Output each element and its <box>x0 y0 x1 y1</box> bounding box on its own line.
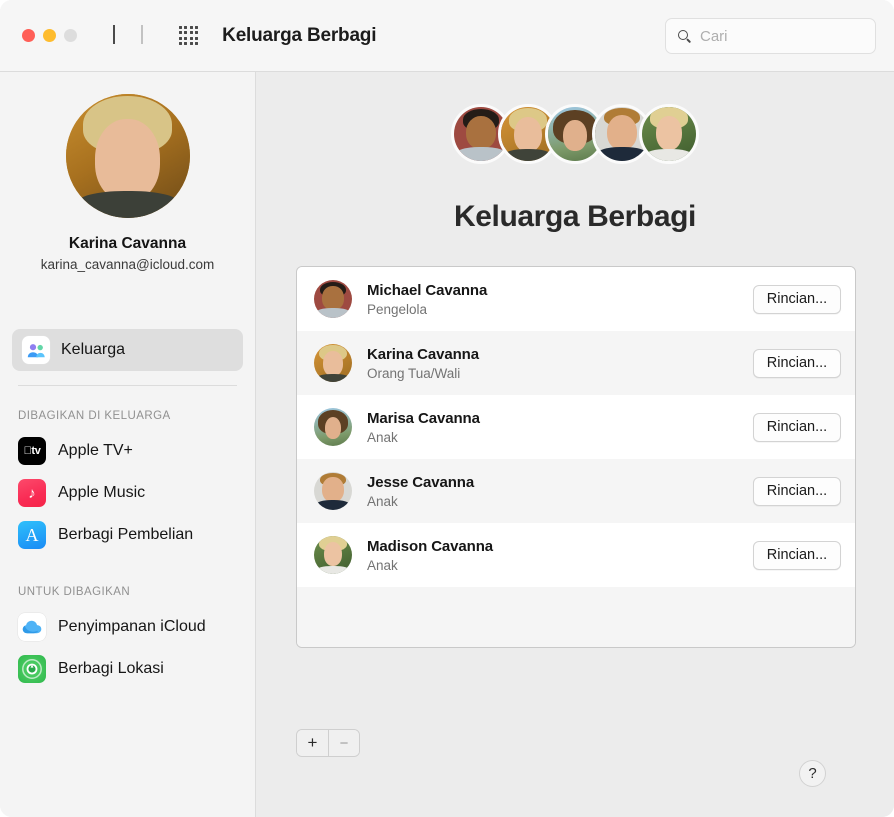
sidebar-item-apple-music[interactable]: ♪ Apple Music <box>0 472 255 514</box>
family-member-list: Michael Cavanna Pengelola Rincian... Kar… <box>296 266 856 648</box>
account-block[interactable]: Karina Cavanna karina_cavanna@icloud.com <box>0 72 255 272</box>
member-name: Jesse Cavanna <box>367 473 475 491</box>
sidebar-item-berbagi-pembelian-label: Berbagi Pembelian <box>58 526 194 543</box>
sidebar-item-keluarga-label: Keluarga <box>61 341 126 358</box>
table-row[interactable]: Michael Cavanna Pengelola Rincian... <box>297 267 855 331</box>
sidebar-item-berbagi-lokasi[interactable]: Berbagi Lokasi <box>0 648 255 690</box>
member-info: Jesse Cavanna Anak <box>367 474 753 509</box>
member-avatar <box>314 280 352 318</box>
table-row[interactable]: Madison Cavanna Anak Rincian... <box>297 523 855 587</box>
member-name: Marisa Cavanna <box>367 409 480 427</box>
sidebar-item-apple-tv[interactable]: tv Apple TV+ <box>0 430 255 472</box>
search-input[interactable]: Cari <box>665 18 876 54</box>
icloud-icon <box>18 613 46 641</box>
member-avatar <box>314 536 352 574</box>
details-button[interactable]: Rincian... <box>753 348 841 378</box>
member-info: Karina Cavanna Orang Tua/Wali <box>367 346 753 381</box>
navigation-buttons <box>113 24 143 45</box>
sidebar-item-berbagi-lokasi-label: Berbagi Lokasi <box>58 660 164 677</box>
zoom-button[interactable] <box>64 29 77 42</box>
member-avatar <box>314 408 352 446</box>
member-info: Marisa Cavanna Anak <box>367 410 753 445</box>
account-email: karina_cavanna@icloud.com <box>40 257 215 272</box>
avatar[interactable] <box>65 94 190 218</box>
details-button[interactable]: Rincian... <box>753 476 841 506</box>
sidebar-item-penyimpanan-icloud[interactable]: Penyimpanan iCloud <box>0 606 255 648</box>
find-my-icon <box>18 655 46 683</box>
forward-arrow-icon <box>141 24 143 44</box>
help-button[interactable]: ? <box>799 760 826 787</box>
close-button[interactable] <box>22 29 35 42</box>
sidebar: Karina Cavanna karina_cavanna@icloud.com… <box>0 72 256 817</box>
back-arrow-icon <box>113 24 115 44</box>
window-controls <box>22 29 77 42</box>
account-name: Karina Cavanna <box>68 235 187 252</box>
system-preferences-window: Keluarga Berbagi Cari Karina Cavanna kar… <box>0 0 894 817</box>
details-button[interactable]: Rincian... <box>753 284 841 314</box>
apple-tv-icon: tv <box>18 437 46 465</box>
sidebar-item-keluarga[interactable]: Keluarga <box>12 329 243 371</box>
family-group-icon <box>22 336 50 364</box>
apple-music-icon: ♪ <box>18 479 46 507</box>
minimize-button[interactable] <box>43 29 56 42</box>
add-member-button[interactable]: + <box>297 730 328 756</box>
remove-member-button[interactable]: − <box>328 730 359 756</box>
member-role: Anak <box>367 557 398 573</box>
sidebar-item-berbagi-pembelian[interactable]: A Berbagi Pembelian <box>0 514 255 556</box>
page-title: Keluarga Berbagi <box>453 200 696 233</box>
table-row[interactable]: Marisa Cavanna Anak Rincian... <box>297 395 855 459</box>
forward-button[interactable] <box>141 24 143 45</box>
member-name: Michael Cavanna <box>367 281 488 299</box>
details-button[interactable]: Rincian... <box>753 540 841 570</box>
member-role: Pengelola <box>367 301 428 317</box>
member-role: Anak <box>367 493 398 509</box>
titlebar: Keluarga Berbagi Cari <box>0 0 894 72</box>
stack-avatar-madison <box>639 104 699 164</box>
table-row[interactable]: Jesse Cavanna Anak Rincian... <box>297 459 855 523</box>
member-avatar <box>314 344 352 382</box>
member-name: Madison Cavanna <box>367 537 494 555</box>
member-info: Madison Cavanna Anak <box>367 538 753 573</box>
family-avatar-stack <box>451 104 699 164</box>
show-all-icon[interactable] <box>179 25 199 46</box>
add-remove-control: + − <box>296 729 360 757</box>
app-store-icon: A <box>18 521 46 549</box>
sidebar-item-apple-music-label: Apple Music <box>58 484 146 501</box>
member-name: Karina Cavanna <box>367 345 479 363</box>
sidebar-section-title-shared: DIBAGIKAN DI KELUARGA <box>18 410 171 422</box>
table-row[interactable]: Karina Cavanna Orang Tua/Wali Rincian... <box>297 331 855 395</box>
member-info: Michael Cavanna Pengelola <box>367 282 753 317</box>
sidebar-item-apple-tv-label: Apple TV+ <box>58 442 133 459</box>
member-role: Anak <box>367 429 398 445</box>
back-button[interactable] <box>113 24 115 45</box>
member-role: Orang Tua/Wali <box>367 365 461 381</box>
member-avatar <box>314 472 352 510</box>
main-content: Keluarga Berbagi Michael Cavanna Pengelo… <box>256 72 894 817</box>
details-button[interactable]: Rincian... <box>753 412 841 442</box>
search-placeholder: Cari <box>700 27 728 45</box>
search-icon <box>678 29 691 43</box>
sidebar-section-title-to-share: UNTUK DIBAGIKAN <box>18 586 131 598</box>
sidebar-divider <box>18 385 237 386</box>
list-empty-area <box>297 587 855 647</box>
sidebar-item-penyimpanan-icloud-label: Penyimpanan iCloud <box>58 618 206 635</box>
window-title: Keluarga Berbagi <box>222 24 377 46</box>
